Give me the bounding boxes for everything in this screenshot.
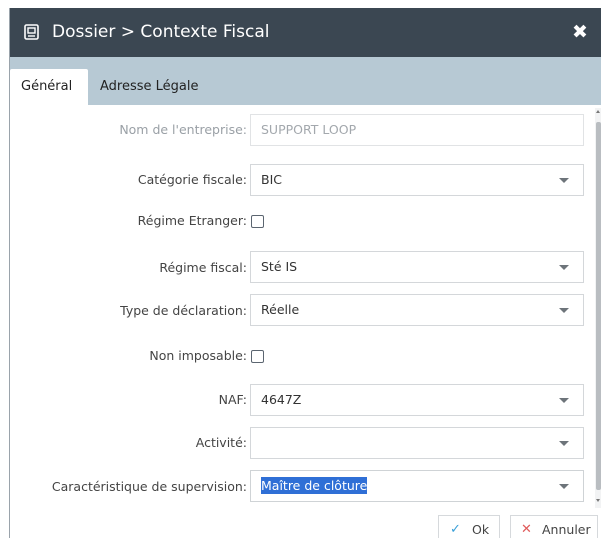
chevron-down-icon xyxy=(559,398,569,403)
cancel-button-label: Annuler xyxy=(542,522,591,537)
title-bar: Dossier > Contexte Fiscal ✖ xyxy=(10,8,601,57)
scroll-up-arrow-icon[interactable] xyxy=(596,110,600,113)
regime-fiscal-label: Régime fiscal: xyxy=(159,260,247,275)
chevron-down-icon xyxy=(559,441,569,446)
tab-general[interactable]: Général xyxy=(10,69,88,105)
ok-button[interactable]: ✓ Ok xyxy=(438,515,500,538)
categorie-fiscale-select[interactable]: BIC xyxy=(250,164,584,196)
regime-etranger-label: Régime Etranger: xyxy=(137,213,247,228)
supervision-label: Caractéristique de supervision: xyxy=(51,479,247,494)
non-imposable-label: Non imposable: xyxy=(149,348,247,363)
entreprise-label: Nom de l'entreprise: xyxy=(119,122,247,137)
check-icon: ✓ xyxy=(450,522,461,537)
chevron-down-icon xyxy=(559,308,569,313)
regime-etranger-checkbox[interactable] xyxy=(251,215,264,228)
close-icon[interactable]: ✖ xyxy=(570,22,590,42)
tab-adresse-legale[interactable]: Adresse Légale xyxy=(100,69,199,105)
scrollbar[interactable] xyxy=(595,108,601,508)
dossier-icon xyxy=(24,24,39,40)
supervision-select[interactable]: Maître de clôture xyxy=(250,470,584,502)
type-declaration-select[interactable]: Réelle xyxy=(250,294,584,326)
cross-icon: ✕ xyxy=(521,522,532,537)
dialog-title: Dossier > Contexte Fiscal xyxy=(52,22,270,42)
regime-fiscal-select[interactable]: Sté IS xyxy=(250,251,584,283)
form-content: Nom de l'entreprise: SUPPORT LOOP Catégo… xyxy=(10,105,601,505)
tab-bar: Général Adresse Légale xyxy=(10,57,601,105)
ok-button-label: Ok xyxy=(472,522,490,537)
chevron-down-icon xyxy=(559,484,569,489)
scroll-down-arrow-icon[interactable] xyxy=(596,499,600,502)
tab-label: Général xyxy=(21,79,73,94)
supervision-value: Maître de clôture xyxy=(261,477,368,494)
cancel-button[interactable]: ✕ Annuler xyxy=(510,515,598,538)
categorie-fiscale-value: BIC xyxy=(261,172,282,187)
non-imposable-checkbox[interactable] xyxy=(251,350,264,363)
chevron-down-icon xyxy=(559,265,569,270)
categorie-fiscale-label: Catégorie fiscale: xyxy=(137,172,247,187)
activite-select[interactable] xyxy=(250,427,584,459)
type-declaration-label: Type de déclaration: xyxy=(120,303,247,318)
entreprise-value: SUPPORT LOOP xyxy=(261,122,357,137)
chevron-down-icon xyxy=(559,178,569,183)
regime-fiscal-value: Sté IS xyxy=(261,259,298,274)
entreprise-field: SUPPORT LOOP xyxy=(250,114,584,146)
scrollbar-thumb[interactable] xyxy=(596,122,601,490)
naf-label: NAF: xyxy=(218,392,247,407)
naf-value: 4647Z xyxy=(261,392,302,407)
dossier-dialog: Dossier > Contexte Fiscal ✖ Général Adre… xyxy=(9,8,601,538)
type-declaration-value: Réelle xyxy=(261,302,300,317)
naf-select[interactable]: 4647Z xyxy=(250,384,584,416)
activite-label: Activité: xyxy=(195,435,247,450)
tab-label: Adresse Légale xyxy=(100,79,199,94)
